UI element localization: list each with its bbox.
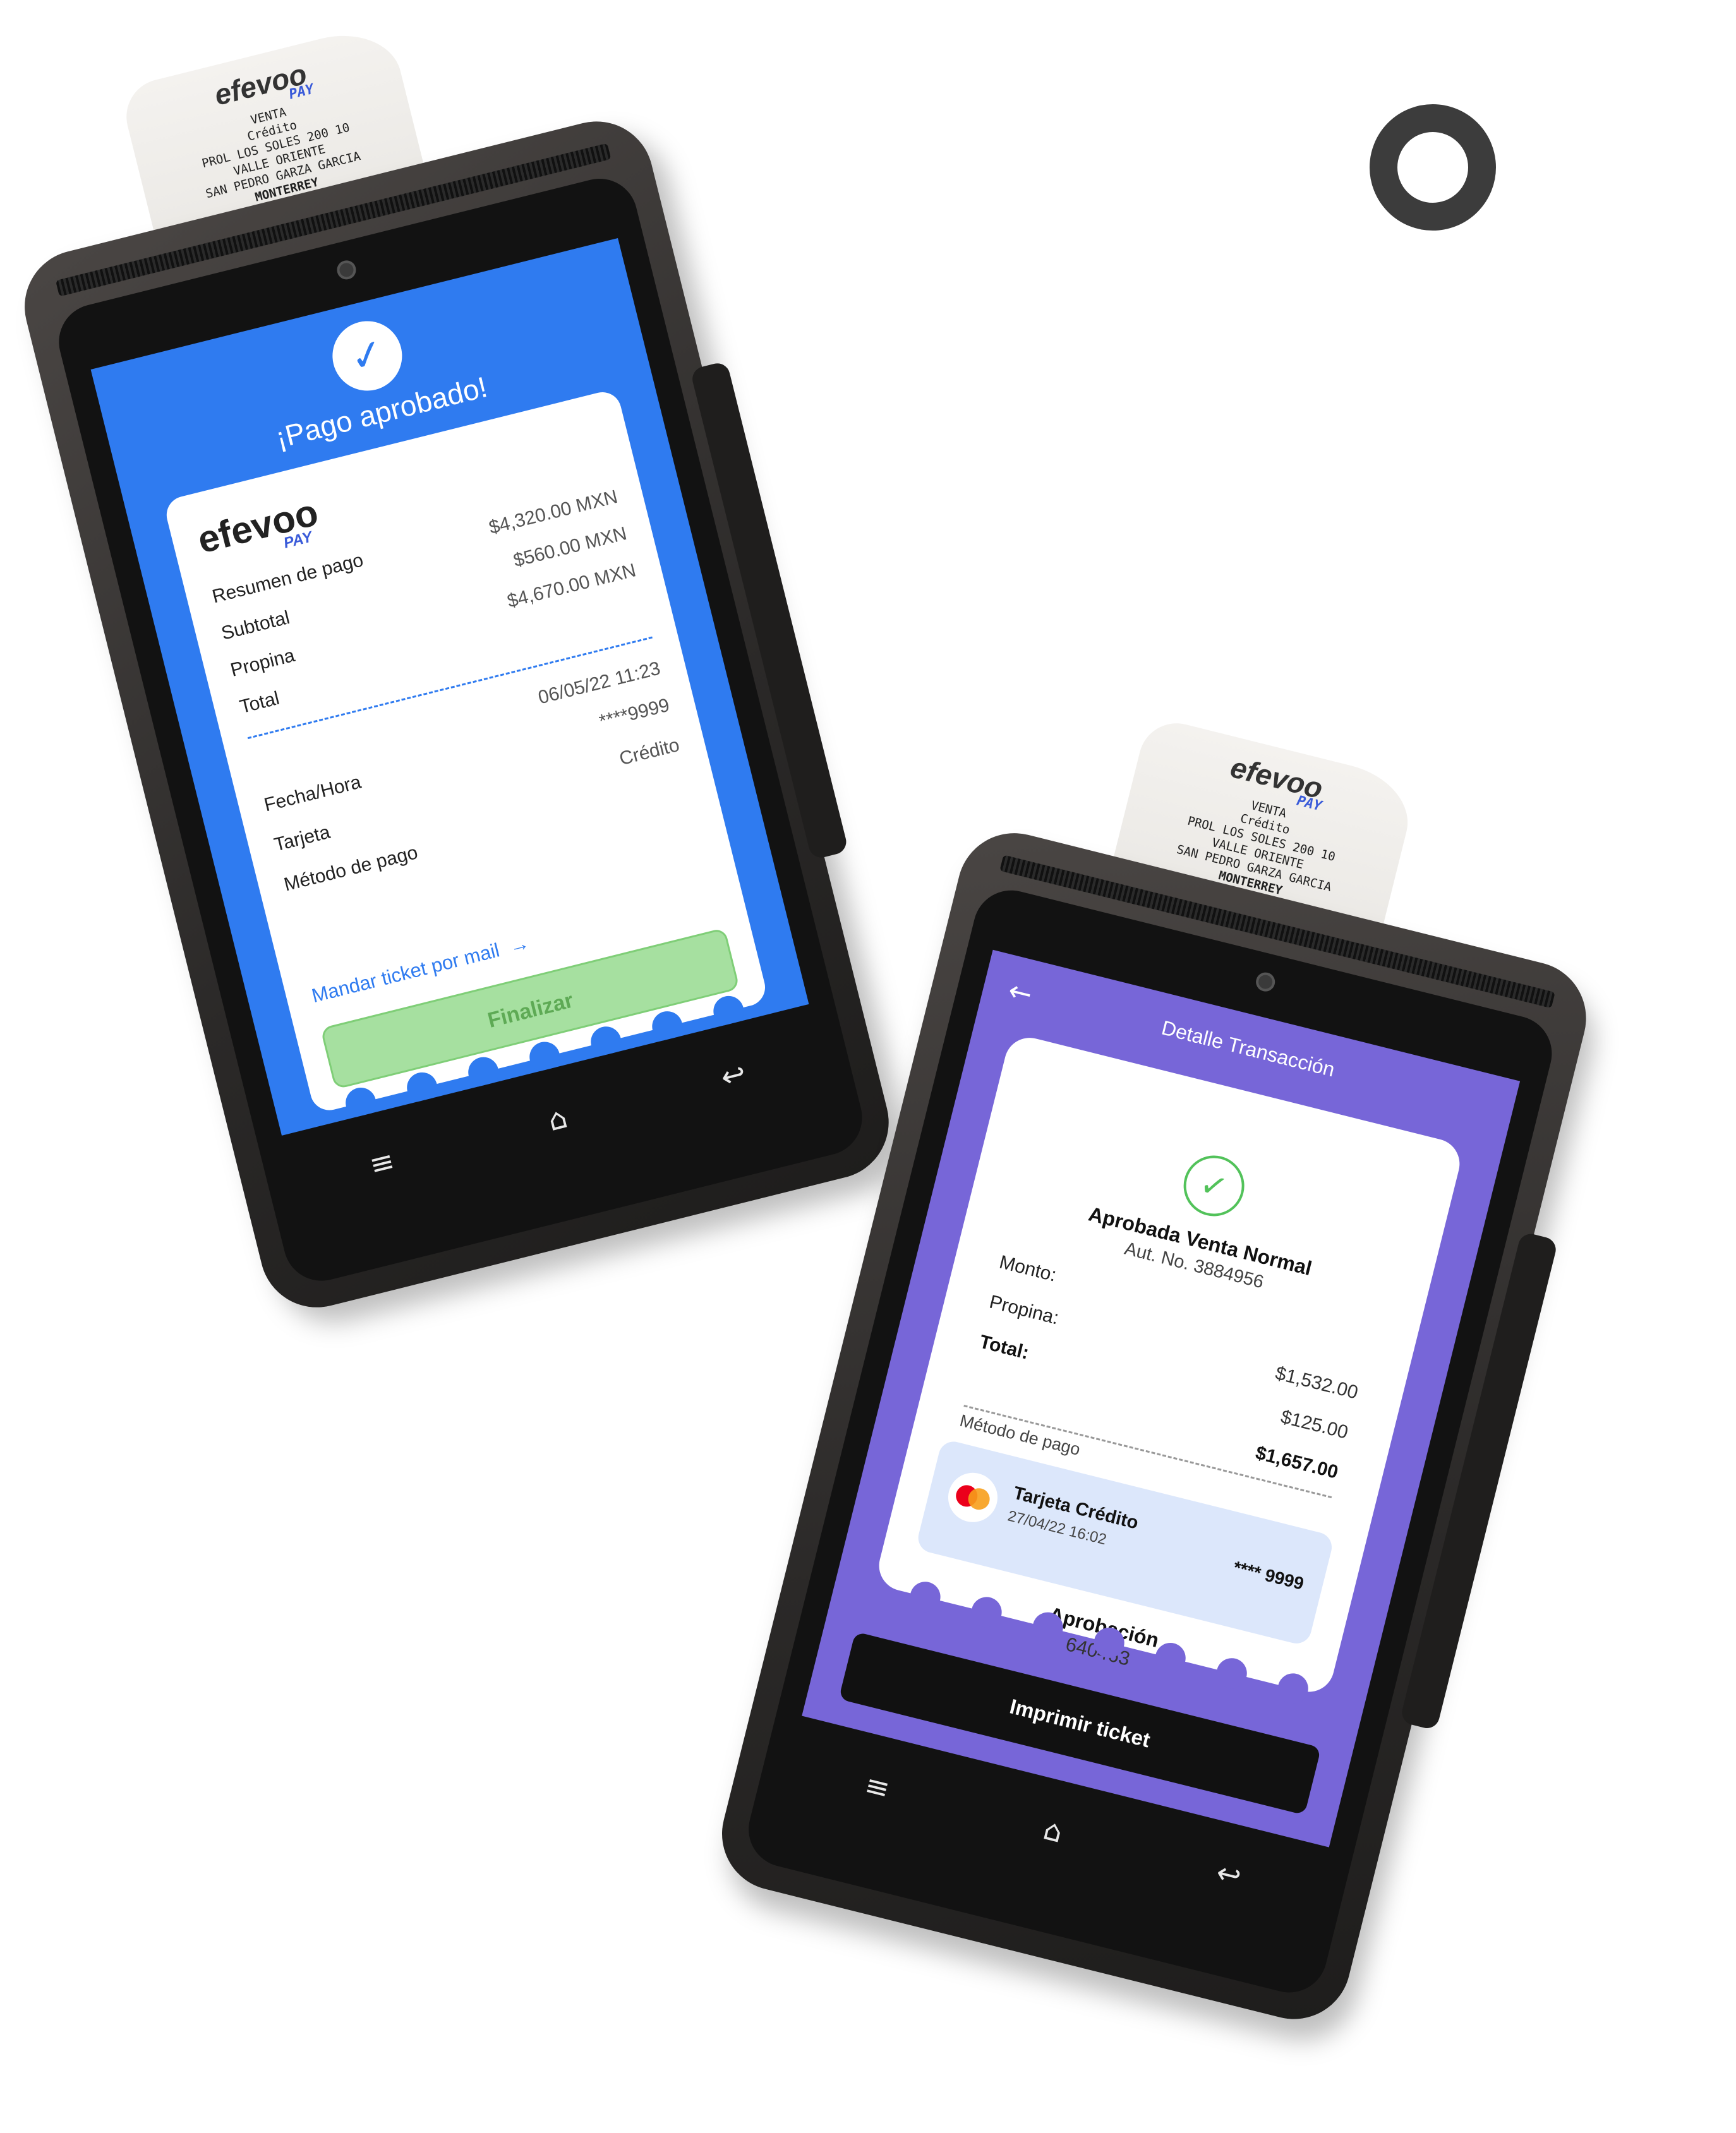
check-icon: ✓: [325, 313, 410, 399]
tip-label: Propina:: [987, 1291, 1061, 1329]
datetime-label-row: Fecha/Hora ****9999: [262, 695, 672, 816]
payment-method-value: Crédito: [617, 734, 682, 770]
amount-value: $1,532.00: [1273, 1362, 1360, 1403]
total-label: Total: [238, 687, 282, 718]
card-number: **** 9999: [1231, 1557, 1306, 1594]
pos-terminal-1: efevoo PAY VENTA Crédito PROL LOS SOLES …: [13, 21, 901, 1319]
tip-label: Propina: [228, 644, 297, 681]
menu-icon[interactable]: ≡: [849, 1764, 907, 1810]
check-icon: ✓: [1177, 1149, 1251, 1223]
payment-summary-card: efevoo PAY Resumen de pago $4,320.00 MXN…: [162, 388, 769, 1122]
total-value: $1,657.00: [1253, 1442, 1341, 1483]
back-icon[interactable]: ↩: [1200, 1852, 1258, 1897]
datetime-row: 06/05/22 11:23: [253, 658, 663, 759]
tip-row: Propina: $1,532.00: [987, 1292, 1360, 1403]
menu-icon[interactable]: ≡: [353, 1140, 411, 1186]
datetime-label: Fecha/Hora: [262, 771, 363, 816]
card-value: ****9999: [597, 694, 672, 733]
home-icon[interactable]: ⌂: [529, 1097, 586, 1142]
decorative-ring: [1370, 104, 1496, 231]
payment-method-label: Método de pago: [282, 842, 420, 896]
tip-value: $125.00: [1279, 1406, 1351, 1443]
back-icon[interactable]: ↩: [704, 1052, 762, 1098]
transaction-card: ✓ Aprobada Venta Normal Aut. No. 3884956…: [874, 1032, 1465, 1707]
total-label: Total:: [977, 1331, 1032, 1364]
summary-heading: Resumen de pago: [210, 550, 366, 608]
mastercard-icon: [943, 1467, 1003, 1528]
card-label: Tarjeta: [272, 821, 332, 856]
arrow-right-icon: →: [502, 931, 531, 959]
amount-label: Monto:: [997, 1251, 1059, 1286]
home-icon[interactable]: ⌂: [1025, 1808, 1082, 1853]
subtotal-label: Subtotal: [219, 607, 292, 644]
brand-logo: efevoo: [193, 490, 323, 562]
